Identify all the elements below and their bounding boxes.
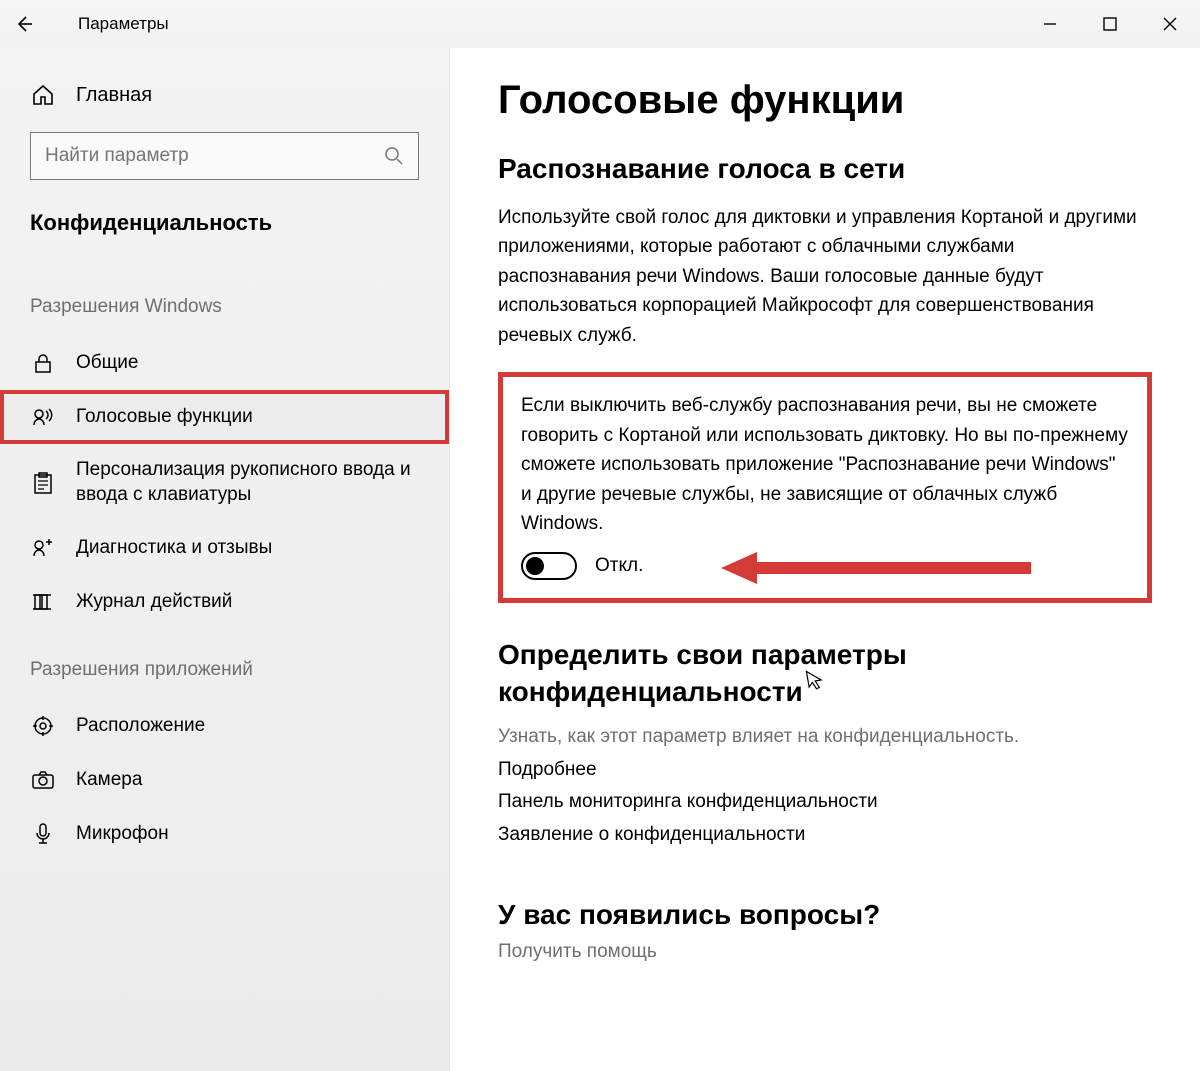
sidebar-item-label: Микрофон [76, 822, 169, 847]
home-icon [30, 82, 56, 108]
sidebar-item-label: Персонализация рукописного ввода и ввода… [76, 458, 419, 507]
lock-icon [30, 350, 56, 376]
back-button[interactable] [0, 0, 48, 48]
annotation-arrow-icon [721, 550, 1041, 586]
search-input[interactable] [45, 145, 384, 167]
speech-icon [30, 404, 56, 430]
window-title: Параметры [78, 14, 169, 34]
section-online-speech: Распознавание голоса в сети [498, 153, 1152, 185]
sidebar-item-label: Камера [76, 768, 142, 793]
clipboard-icon [30, 470, 56, 496]
annotation-highlight-box: Если выключить веб-службу распознавания … [498, 372, 1152, 603]
sidebar-item-camera[interactable]: Камера [0, 753, 449, 807]
microphone-icon [30, 821, 56, 847]
sidebar-category: Конфиденциальность [0, 200, 449, 266]
sidebar-group-app-perms: Разрешения приложений [0, 629, 449, 699]
feedback-icon [30, 535, 56, 561]
maximize-button[interactable] [1080, 0, 1140, 48]
minimize-button[interactable] [1020, 0, 1080, 48]
sidebar-item-label: Расположение [76, 714, 205, 739]
sidebar-home[interactable]: Главная [0, 72, 449, 132]
sidebar-item-activity[interactable]: Журнал действий [0, 575, 449, 629]
sidebar: Главная Конфиденциальность Разрешения Wi… [0, 48, 450, 1071]
link-privacy-statement[interactable]: Заявление о конфиденциальности [498, 819, 1152, 851]
link-get-help[interactable]: Получить помощь [498, 941, 1152, 963]
search-box[interactable] [30, 132, 419, 180]
sidebar-item-location[interactable]: Расположение [0, 699, 449, 753]
close-button[interactable] [1140, 0, 1200, 48]
mouse-cursor-icon [804, 667, 826, 694]
description-para-2: Если выключить веб-службу распознавания … [521, 391, 1129, 538]
sidebar-item-label: Общие [76, 351, 138, 376]
page-title: Голосовые функции [498, 78, 1152, 123]
description-para-1: Используйте свой голос для диктовки и уп… [498, 203, 1152, 350]
speech-toggle[interactable] [521, 552, 577, 580]
activity-icon [30, 589, 56, 615]
sidebar-group-windows-perms: Разрешения Windows [0, 266, 449, 336]
toggle-state-label: Откл. [595, 555, 643, 577]
toggle-knob [526, 557, 544, 575]
camera-icon [30, 767, 56, 793]
arrow-left-icon [14, 14, 34, 34]
sidebar-item-diagnostics[interactable]: Диагностика и отзывы [0, 521, 449, 575]
sidebar-item-speech[interactable]: Голосовые функции [0, 390, 449, 444]
search-icon [384, 146, 404, 166]
sidebar-item-label: Диагностика и отзывы [76, 536, 272, 561]
location-icon [30, 713, 56, 739]
main-content: Голосовые функции Распознавание голоса в… [450, 48, 1200, 1071]
privacy-subtext: Узнать, как этот параметр влияет на конф… [498, 726, 1152, 748]
sidebar-item-inking[interactable]: Персонализация рукописного ввода и ввода… [0, 444, 449, 521]
sidebar-home-label: Главная [76, 84, 152, 107]
link-privacy-dashboard[interactable]: Панель мониторинга конфиденциальности [498, 786, 1152, 818]
sidebar-item-microphone[interactable]: Микрофон [0, 807, 449, 861]
section-privacy-options: Определить свои параметры конфиденциальн… [498, 637, 1152, 710]
sidebar-item-label: Голосовые функции [76, 405, 253, 430]
sidebar-item-label: Журнал действий [76, 590, 232, 615]
section-help: У вас появились вопросы? [498, 899, 1152, 931]
sidebar-item-general[interactable]: Общие [0, 336, 449, 390]
link-learn-more[interactable]: Подробнее [498, 754, 1152, 786]
titlebar: Параметры [0, 0, 1200, 48]
